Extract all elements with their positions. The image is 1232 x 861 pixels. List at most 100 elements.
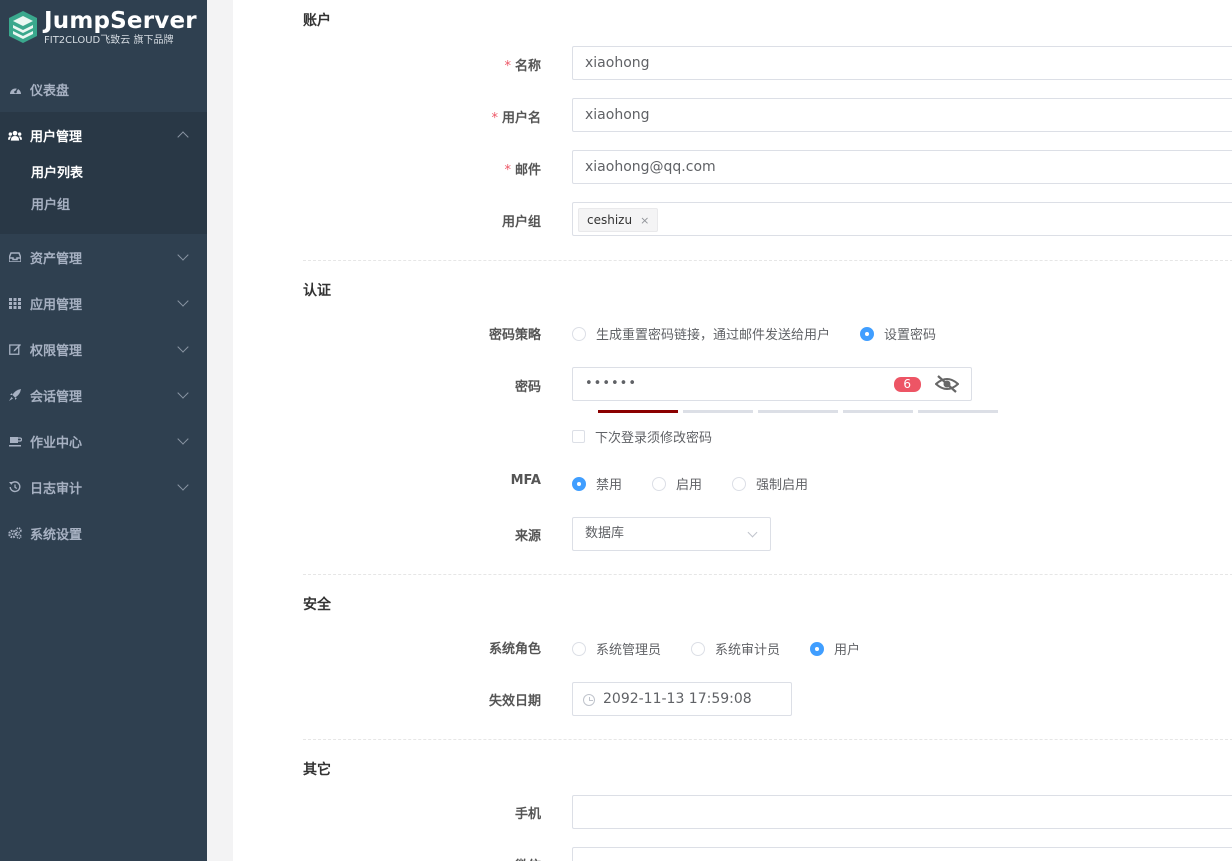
wechat-input[interactable] [572, 847, 1232, 861]
coffee-icon [8, 434, 22, 448]
sidebar-item-audits[interactable]: 日志审计 [0, 464, 207, 510]
sidebar-item-user-management[interactable]: 用户管理 [0, 112, 207, 158]
radio-set-password[interactable]: 设置密码 [860, 324, 936, 343]
sidebar: JumpServer FIT2CLOUD飞致云 旗下品牌 仪表盘 用户管理 用户… [0, 0, 207, 861]
radio-role-admin[interactable]: 系统管理员 [572, 639, 661, 658]
password-input[interactable]: •••••• 6 [572, 367, 972, 401]
chevron-down-icon [177, 433, 189, 445]
dashboard-icon [8, 82, 22, 96]
name-input[interactable]: xiaohong [572, 46, 1232, 80]
mfa-radio-group: 禁用 启用 强制启用 [572, 474, 838, 493]
chevron-down-icon [177, 295, 189, 307]
radio-reset-link[interactable]: 生成重置密码链接，通过邮件发送给用户 [572, 324, 830, 343]
user-form-panel: 账户 * 名称 xiaohong * 用户名 xiaohong * 邮件 xiaoho… [233, 0, 1232, 861]
eye-slash-icon[interactable] [935, 374, 959, 394]
chevron-down-icon [747, 527, 758, 538]
password-value: •••••• [585, 376, 638, 391]
sidebar-item-applications[interactable]: 应用管理 [0, 280, 207, 326]
phone-input[interactable] [572, 795, 1232, 829]
sidebar-item-label: 权限管理 [30, 343, 83, 359]
sidebar-item-label: 作业中心 [30, 435, 83, 451]
password-strategy-radio-group: 生成重置密码链接，通过邮件发送给用户 设置密码 [572, 324, 966, 343]
checkbox-box [572, 430, 585, 443]
radio-circle-checked [572, 476, 586, 491]
sidebar-item-label: 系统设置 [30, 527, 83, 543]
strength-bar-filled [598, 410, 678, 413]
strength-bar [683, 410, 753, 413]
expire-date-picker[interactable]: 2092-11-13 17:59:08 [572, 682, 792, 716]
rocket-icon [8, 388, 22, 402]
wechat-label: 微信 [381, 855, 541, 861]
sidebar-item-label: 会话管理 [30, 389, 83, 405]
username-input[interactable]: xiaohong [572, 98, 1232, 132]
user-group-label: 用户组 [501, 215, 541, 230]
radio-role-user[interactable]: 用户 [810, 639, 860, 658]
phone-label: 手机 [514, 807, 541, 822]
sidebar-subitem-user-list[interactable]: 用户列表 [0, 158, 207, 190]
sidebar-item-label: 日志审计 [30, 481, 83, 497]
expire-date-label: 失效日期 [488, 694, 541, 709]
tag-close-icon[interactable]: × [640, 214, 649, 227]
history-icon [8, 480, 22, 494]
chevron-down-icon [177, 387, 189, 399]
radio-circle [572, 641, 586, 656]
radio-circle [652, 476, 667, 491]
chevron-down-icon [177, 479, 189, 491]
source-select[interactable]: 数据库 [572, 517, 771, 551]
sidebar-item-dashboard[interactable]: 仪表盘 [0, 66, 207, 112]
password-length-badge: 6 [894, 377, 921, 392]
user-group-select[interactable]: ceshizu × [572, 202, 1232, 236]
brand-title: JumpServer [44, 8, 197, 34]
sidebar-item-label: 资产管理 [30, 251, 83, 267]
sidebar-item-label: 仪表盘 [30, 83, 70, 99]
section-divider [303, 260, 1232, 261]
section-title-other: 其它 [303, 762, 331, 778]
sidebar-item-sessions[interactable]: 会话管理 [0, 372, 207, 418]
users-icon [8, 128, 22, 142]
system-role-radio-group: 系统管理员 系统审计员 用户 [572, 639, 890, 658]
sidebar-item-settings[interactable]: 系统设置 [0, 510, 207, 556]
must-change-password-checkbox[interactable]: 下次登录须修改密码 [572, 427, 712, 446]
strength-bar [758, 410, 838, 413]
chevron-down-icon [177, 341, 189, 353]
sidebar-item-label: 应用管理 [30, 297, 83, 313]
sidebar-subitem-user-group[interactable]: 用户组 [0, 190, 207, 222]
radio-mfa-enabled[interactable]: 启用 [652, 474, 702, 493]
email-label: * 邮件 [504, 163, 541, 178]
sidebar-item-assets[interactable]: 资产管理 [0, 234, 207, 280]
user-group-tag: ceshizu × [578, 208, 659, 232]
password-strength-meter [598, 410, 1003, 413]
logo[interactable]: JumpServer FIT2CLOUD飞致云 旗下品牌 [0, 0, 207, 66]
strength-bar [918, 410, 998, 413]
gears-icon [8, 526, 22, 540]
strength-bar [843, 410, 913, 413]
radio-circle [691, 641, 706, 656]
name-label: * 名称 [504, 59, 541, 74]
radio-mfa-disabled[interactable]: 禁用 [572, 474, 622, 493]
radio-circle-checked [810, 641, 825, 656]
grid-icon [8, 296, 22, 310]
inbox-icon [8, 250, 22, 264]
sidebar-item-label: 用户管理 [30, 129, 83, 145]
edit-icon [8, 342, 22, 356]
password-strategy-label: 密码策略 [488, 328, 541, 343]
main-content: 账户 * 名称 xiaohong * 用户名 xiaohong * 邮件 xiaoho… [207, 0, 1232, 861]
section-title-security: 安全 [303, 597, 331, 613]
clock-icon [583, 694, 595, 706]
radio-role-auditor[interactable]: 系统审计员 [691, 639, 780, 658]
radio-circle [572, 326, 586, 341]
brand-subtitle: FIT2CLOUD飞致云 旗下品牌 [44, 35, 174, 46]
mfa-label: MFA [510, 473, 541, 488]
section-title-account: 账户 [303, 13, 331, 29]
sidebar-item-permissions[interactable]: 权限管理 [0, 326, 207, 372]
chevron-up-icon [177, 131, 189, 143]
radio-mfa-forced[interactable]: 强制启用 [732, 474, 808, 493]
system-role-label: 系统角色 [488, 642, 541, 657]
sidebar-group-user-management: 用户管理 用户列表 用户组 [0, 112, 207, 234]
jumpserver-logo-icon [9, 11, 37, 43]
email-input[interactable]: xiaohong@qq.com [572, 150, 1232, 184]
sidebar-item-jobs[interactable]: 作业中心 [0, 418, 207, 464]
radio-circle [732, 476, 747, 491]
section-title-auth: 认证 [303, 283, 331, 299]
password-label: 密码 [514, 380, 541, 395]
